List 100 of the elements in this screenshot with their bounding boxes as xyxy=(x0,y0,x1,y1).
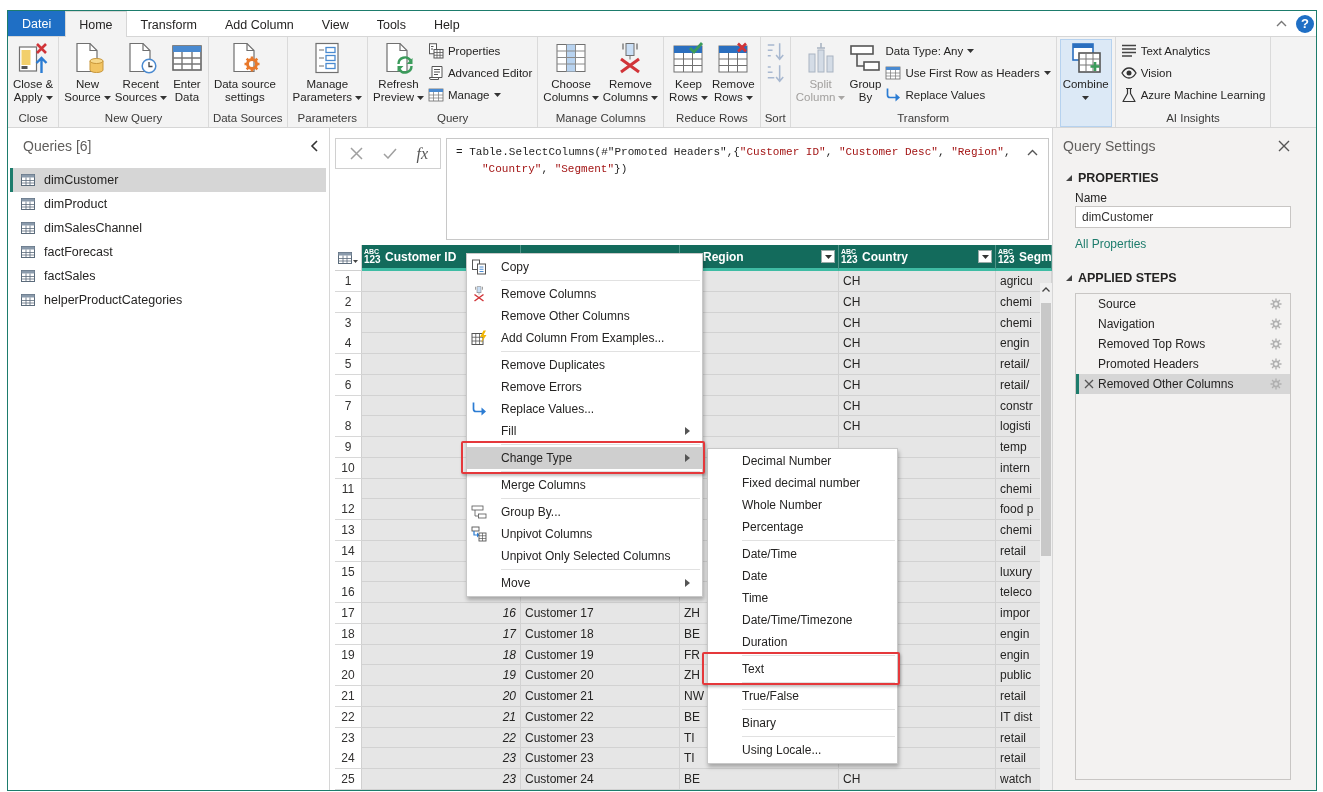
step-item[interactable]: Promoted Headers xyxy=(1076,354,1290,374)
menu-item[interactable]: Fixed decimal number xyxy=(708,472,897,494)
menu-item[interactable]: Merge Columns xyxy=(467,474,702,496)
table-cell: retail/ xyxy=(1000,357,1030,371)
ribbon-button[interactable]: Data Type: Any xyxy=(883,40,1053,62)
step-item[interactable]: Navigation xyxy=(1076,314,1290,334)
ribbon-tab[interactable]: Add Column xyxy=(211,11,308,37)
filter-button[interactable] xyxy=(821,250,835,263)
menu-item[interactable]: Duration xyxy=(708,631,897,653)
help-button[interactable]: ? xyxy=(1296,14,1314,33)
ribbon-button[interactable]: Manage Parameters xyxy=(290,39,365,107)
group-label: Query xyxy=(436,111,470,126)
menu-item[interactable]: Replace Values... xyxy=(467,398,702,420)
triangle-icon[interactable] xyxy=(1066,275,1072,281)
ribbon-button[interactable]: Remove Rows xyxy=(709,39,757,107)
file-tab[interactable]: Datei xyxy=(8,11,66,36)
table-cell: TI xyxy=(684,730,695,745)
table-cell: CH xyxy=(843,315,861,330)
ribbon-tab[interactable]: Help xyxy=(419,11,474,37)
step-item[interactable]: Removed Other Columns xyxy=(1076,374,1290,394)
menu-item[interactable]: Time xyxy=(708,587,897,609)
ribbon-button[interactable]: New Source xyxy=(62,39,113,107)
scrollbar-thumb[interactable] xyxy=(1041,303,1051,556)
table-cell: chemi xyxy=(1000,523,1032,537)
menu-item[interactable]: Whole Number xyxy=(708,494,897,516)
menu-item[interactable]: Text xyxy=(708,658,897,680)
menu-item[interactable]: Percentage xyxy=(708,516,897,538)
ribbon-button[interactable]: Data source settings xyxy=(211,39,278,107)
fx-button[interactable]: fx xyxy=(416,144,428,163)
ribbon-button[interactable]: Group By xyxy=(847,39,884,107)
column-header[interactable]: Region xyxy=(680,245,839,271)
menu-item[interactable]: Move xyxy=(467,572,702,594)
filter-button[interactable] xyxy=(978,250,992,263)
ribbon-button[interactable]: Remove Columns xyxy=(600,39,661,107)
ribbon-tab[interactable]: Transform xyxy=(126,11,212,37)
menu-item[interactable]: Remove Errors xyxy=(467,376,702,398)
triangle-icon[interactable] xyxy=(1066,175,1072,181)
cross-icon[interactable] xyxy=(350,147,363,160)
ribbon-button[interactable]: Vision xyxy=(1118,62,1268,84)
ribbon-button[interactable]: Combine xyxy=(1059,39,1112,127)
table-cell: BE xyxy=(684,709,700,724)
menu-item[interactable]: Date xyxy=(708,565,897,587)
table-menu-icon[interactable] xyxy=(338,251,358,264)
ribbon-button[interactable]: Keep Rows xyxy=(667,39,710,107)
menu-item[interactable]: Unpivot Columns xyxy=(467,523,702,545)
menu-item[interactable]: Fill xyxy=(467,420,702,442)
query-item[interactable]: factForecast xyxy=(10,240,326,264)
group-label: New Query xyxy=(103,111,164,126)
query-item[interactable]: helperProductCategories xyxy=(10,288,326,312)
step-item[interactable]: Source xyxy=(1076,294,1290,314)
menu-item[interactable]: Decimal Number xyxy=(708,450,897,472)
query-item[interactable]: dimSalesChannel xyxy=(10,216,326,240)
menu-item[interactable]: Binary xyxy=(708,712,897,734)
query-item[interactable]: factSales xyxy=(10,264,326,288)
ribbon-button[interactable]: Enter Data xyxy=(168,39,205,107)
all-properties-link[interactable]: All Properties xyxy=(1075,237,1147,251)
ribbon-button[interactable]: Use First Row as Headers xyxy=(883,62,1053,84)
query-item[interactable]: dimCustomer xyxy=(10,168,326,192)
ribbon-button[interactable]: Properties xyxy=(425,40,535,62)
menu-item[interactable]: Unpivot Only Selected Columns xyxy=(467,545,702,567)
menu-item[interactable]: Remove Duplicates xyxy=(467,354,702,376)
ribbon-button[interactable]: Text Analytics xyxy=(1118,40,1268,62)
ribbon-button[interactable]: Manage xyxy=(425,84,535,106)
ribbon-button[interactable]: Refresh Preview xyxy=(371,39,426,107)
table-cell: CH xyxy=(843,357,861,371)
chevron-up-icon[interactable] xyxy=(1027,149,1038,156)
ribbon-tab[interactable]: View xyxy=(307,11,363,37)
chevron-up-icon[interactable] xyxy=(1042,287,1050,292)
row-number: 23 xyxy=(335,727,362,749)
close-icon[interactable] xyxy=(1278,140,1290,152)
ribbon-button[interactable]: Close & Apply xyxy=(11,39,56,107)
menu-item[interactable]: Group By... xyxy=(467,501,702,523)
table-lightning-icon xyxy=(471,330,487,346)
formula-field[interactable]: = Table.SelectColumns(#"Promoted Headers",{"Customer ID", "Customer Desc", "Region", "Country", "Segment"}) xyxy=(446,138,1049,240)
ribbon-button[interactable]: Advanced Editor xyxy=(425,62,535,84)
menu-item[interactable]: Date/Time xyxy=(708,543,897,565)
chevron-up-icon[interactable] xyxy=(1276,20,1287,27)
ribbon-button[interactable]: Replace Values xyxy=(883,84,1053,106)
row-number: 16 xyxy=(335,582,362,604)
menu-item[interactable]: Using Locale... xyxy=(708,739,897,761)
chevron-left-icon[interactable] xyxy=(310,140,318,152)
menu-item[interactable]: Remove Other Columns xyxy=(467,305,702,327)
menu-item[interactable]: Change Type xyxy=(467,447,702,469)
flask-icon xyxy=(1120,87,1137,103)
step-item[interactable]: Removed Top Rows xyxy=(1076,334,1290,354)
scrollbar[interactable] xyxy=(1040,283,1052,790)
ribbon-button[interactable]: Choose Columns xyxy=(541,39,601,107)
check-icon[interactable] xyxy=(382,148,397,159)
ribbon-tab[interactable]: Tools xyxy=(362,11,420,37)
menu-item[interactable]: Date/Time/Timezone xyxy=(708,609,897,631)
menu-item[interactable]: Add Column From Examples... xyxy=(467,327,702,349)
ribbon-button[interactable]: Azure Machine Learning xyxy=(1118,84,1268,106)
table-cell: 23 xyxy=(502,772,516,786)
name-field[interactable]: dimCustomer xyxy=(1075,206,1291,228)
query-item[interactable]: dimProduct xyxy=(10,192,326,216)
cross-icon[interactable] xyxy=(1083,379,1094,389)
ribbon-button[interactable]: Recent Sources xyxy=(112,39,169,107)
menu-item[interactable]: True/False xyxy=(708,685,897,707)
ribbon-tab[interactable]: Home xyxy=(65,11,127,37)
menu-item[interactable]: Remove Columns xyxy=(467,283,702,305)
